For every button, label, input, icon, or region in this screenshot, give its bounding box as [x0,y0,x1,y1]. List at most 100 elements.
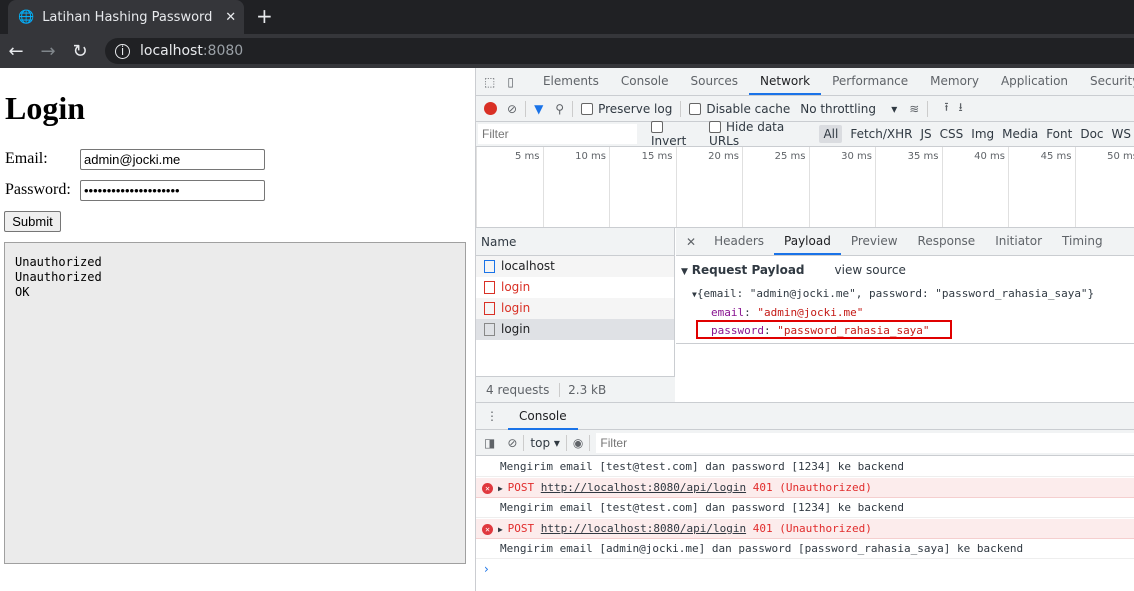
preserve-log-checkbox[interactable]: Preserve log [581,102,672,116]
console-filter-input[interactable] [596,432,1134,453]
filter-type-doc[interactable]: Doc [1076,125,1107,143]
search-icon[interactable]: ⚲ [555,102,564,116]
name-column-header[interactable]: Name [476,228,674,256]
back-icon[interactable]: ← [0,41,32,62]
error-status: 401 (Unauthorized) [752,521,872,535]
tab-application[interactable]: Application [990,68,1079,95]
close-detail-icon[interactable]: ✕ [676,235,704,249]
submit-button[interactable]: Submit [4,211,61,232]
console-message: Mengirim email [test@test.com] dan passw… [476,457,1134,477]
email-field[interactable] [80,149,265,170]
tab-sources[interactable]: Sources [680,68,749,95]
error-url-link[interactable]: http://localhost:8080/api/login [541,522,746,535]
console-error: ✕ ▶ POST http://localhost:8080/api/login … [476,518,1134,539]
clear-icon[interactable]: ⊘ [507,102,517,116]
tab-memory[interactable]: Memory [919,68,990,95]
payload-title[interactable]: Request Payload [692,263,805,277]
info-icon: i [115,43,130,59]
detail-tab-preview[interactable]: Preview [841,228,908,255]
error-method: POST [507,480,535,494]
import-har-icon[interactable]: ⭱ [944,98,948,119]
detail-tab-initiator[interactable]: Initiator [985,228,1052,255]
timeline-tick: 15 ms [609,147,676,227]
output-box: Unauthorized Unauthorized OK [4,242,466,564]
drawer-tab-console[interactable]: Console [508,403,578,430]
network-filter-input[interactable] [478,124,637,144]
view-source-link[interactable]: view source [835,263,906,277]
network-timeline[interactable]: 5 ms 10 ms 15 ms 20 ms 25 ms 30 ms 35 ms 40 ms 4… [476,147,1134,228]
export-har-icon[interactable]: ⭳ [959,98,963,119]
reload-icon[interactable]: ↻ [64,41,96,62]
detail-tab-response[interactable]: Response [908,228,986,255]
expand-arrow-icon[interactable]: ▶ [498,484,508,493]
request-name: login [501,280,531,294]
network-conditions-icon[interactable]: ≋ [909,102,919,116]
detail-tab-timing[interactable]: Timing [1052,228,1113,255]
clear-console-icon[interactable]: ⊘ [507,436,517,450]
filter-type-media[interactable]: Media [998,125,1042,143]
password-field[interactable] [80,180,265,201]
error-icon: ✕ [482,523,493,535]
tab-network[interactable]: Network [749,68,822,95]
live-expression-eye-icon[interactable]: ◉ [573,436,583,450]
forward-icon[interactable]: → [32,41,64,62]
payload-password-highlight: password: "password_rahasia_saya" [696,320,952,339]
page-content: Login Email: Password: Submit Unauthoriz… [0,68,474,591]
tab-performance[interactable]: Performance [821,68,919,95]
record-icon[interactable] [484,102,497,115]
filter-type-img[interactable]: Img [967,125,998,143]
timeline-tick: 5 ms [476,147,543,227]
timeline-tick: 45 ms [1008,147,1075,227]
filter-type-fetch-xhr[interactable]: Fetch/XHR [846,125,916,143]
sidebar-toggle-icon[interactable]: ◨ [484,436,495,450]
error-icon: ✕ [482,482,493,494]
request-row[interactable]: localhost [476,256,674,277]
url-port: :8080 [202,43,244,59]
payload-view: ▼ Request Payload view source ▼{email: "a… [676,256,1134,344]
error-url-link[interactable]: http://localhost:8080/api/login [541,481,746,494]
url-field[interactable]: i localhost:8080 [105,38,1134,64]
hide-data-urls-checkbox[interactable]: Hide data URLs [709,120,813,148]
network-summary: 4 requests 2.3 kB transferred [476,376,675,423]
document-icon [484,260,495,273]
drawer-menu-icon[interactable]: ⋮ [476,409,508,423]
console-toolbar: ◨ ⊘ top ▾ ◉ [476,430,1134,456]
detail-tab-headers[interactable]: Headers [704,228,774,255]
throttling-select[interactable]: No throttling ▾ [800,102,897,116]
tab-security[interactable]: Security [1079,68,1134,95]
disable-cache-checkbox[interactable]: Disable cache [689,102,790,116]
tab-console[interactable]: Console [610,68,680,95]
detail-tab-payload[interactable]: Payload [774,228,841,255]
new-tab-button[interactable]: + [256,4,273,28]
request-row[interactable]: login [476,319,674,340]
device-toggle-icon[interactable]: ▯ [501,75,520,89]
request-row[interactable]: login [476,277,674,298]
filter-type-ws[interactable]: WS [1108,125,1134,143]
filter-type-all[interactable]: All [819,125,843,143]
timeline-tick: 30 ms [808,147,876,227]
invert-checkbox[interactable]: Invert [651,120,701,148]
request-name: login [501,301,531,315]
timeline-tick: 10 ms [542,147,610,227]
timeline-tick: 35 ms [875,147,942,227]
filter-icon[interactable]: ▼ [534,102,543,116]
email-label: Email: [5,150,48,167]
error-status: 401 (Unauthorized) [752,480,872,494]
filter-type-font[interactable]: Font [1042,125,1076,143]
console-prompt-icon[interactable]: › [484,562,489,576]
file-icon [484,302,495,315]
network-toolbar: ⊘ ▼ ⚲ Preserve log Disable cache No thro… [476,96,1134,122]
payload-summary[interactable]: ▼{email: "admin@jocki.me", password: "pa… [692,287,1094,300]
browser-tab[interactable]: 🌐 Latihan Hashing Password ✕ [8,0,244,34]
request-row[interactable]: login [476,298,674,319]
close-tab-icon[interactable]: ✕ [225,10,236,25]
filter-type-css[interactable]: CSS [936,125,968,143]
filter-type-js[interactable]: JS [917,125,936,143]
expand-arrow-icon[interactable]: ▶ [498,525,508,534]
timeline-tick: 50 ms [1074,147,1134,227]
context-select[interactable]: top ▾ [530,436,560,450]
drawer-header: ⋮ Console [476,402,1134,430]
tab-elements[interactable]: Elements [532,68,610,95]
inspect-icon[interactable]: ⬚ [476,75,501,89]
detail-tabs: ✕ Headers Payload Preview Response Initiator… [676,228,1134,256]
